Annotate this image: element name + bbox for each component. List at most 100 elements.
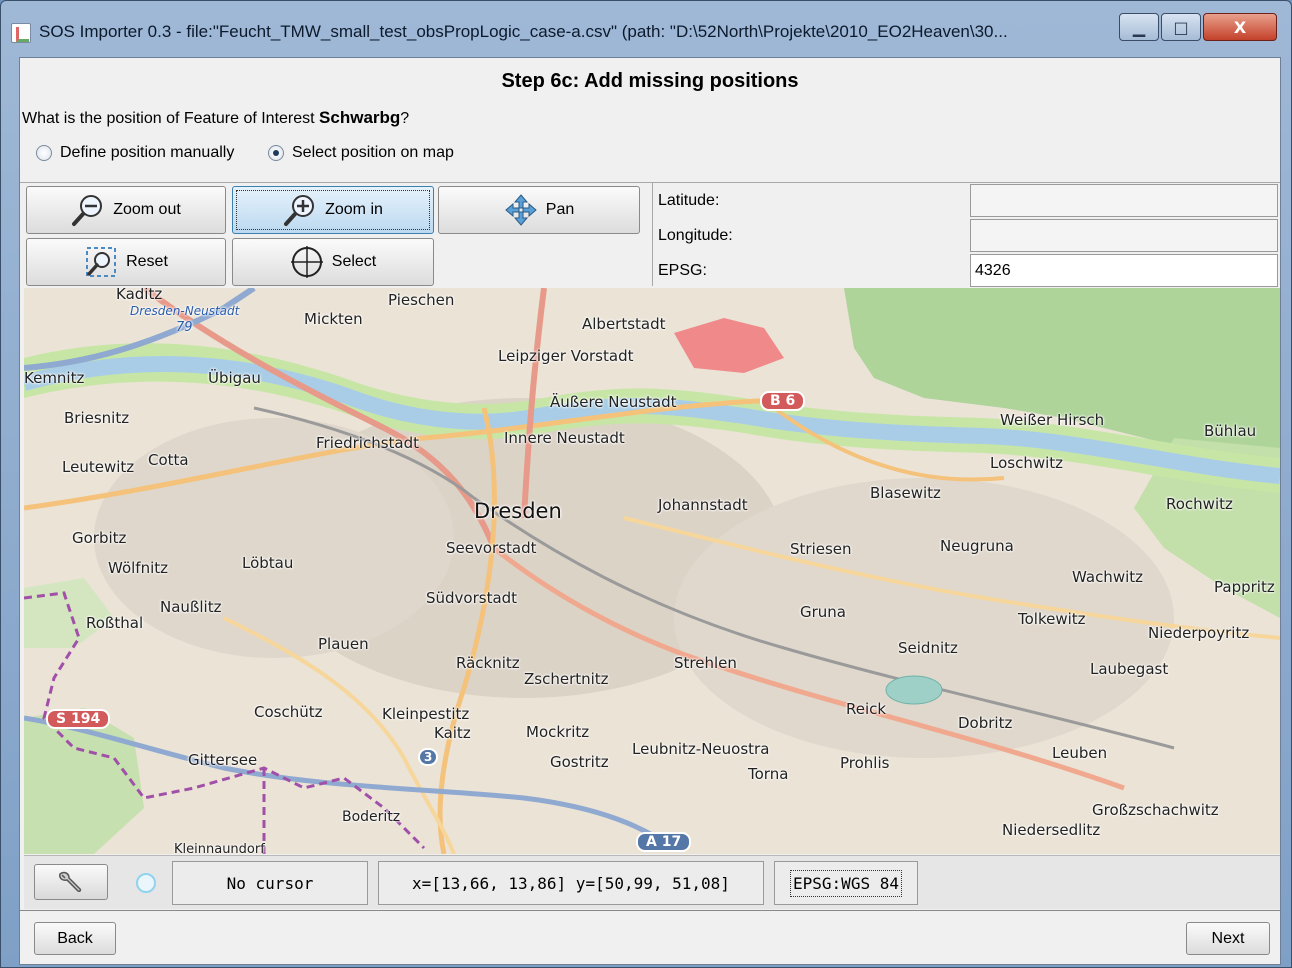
maximize-icon: □ xyxy=(1173,17,1189,37)
activity-indicator-icon xyxy=(136,873,156,893)
radio-define-manually[interactable]: Define position manually xyxy=(36,144,234,162)
pan-arrows-icon xyxy=(504,193,538,227)
map-label-blasewitz: Blasewitz xyxy=(870,484,941,502)
map-label-kaitz: Kaitz xyxy=(434,724,471,742)
radio-select-on-map-label: Select position on map xyxy=(292,144,454,161)
map-label-reick: Reick xyxy=(846,700,887,718)
radio-select-on-map-indicator[interactable] xyxy=(268,145,284,161)
cursor-position-display: No cursor xyxy=(172,861,368,905)
map-label-pappritz: Pappritz xyxy=(1214,578,1275,596)
application-window: SOS Importer 0.3 - file:"Feucht_TMW_smal… xyxy=(0,0,1292,968)
map-label-ubigau: Übigau xyxy=(208,369,261,387)
map-label-wolfnitz: Wölfnitz xyxy=(108,559,169,577)
map-label-kaditz: Kaditz xyxy=(116,288,163,303)
map-label-torna: Torna xyxy=(748,765,789,783)
next-button[interactable]: Next xyxy=(1186,922,1270,955)
map-label-racknitz: Räcknitz xyxy=(456,654,520,672)
map-label-seevorstadt: Seevorstadt xyxy=(446,539,537,557)
map-label-leipziger-vorstadt: Leipziger Vorstadt xyxy=(498,347,634,365)
road-shield-s194: S 194 xyxy=(46,709,111,729)
map-label-rossthal: Roßthal xyxy=(86,614,144,632)
latitude-field[interactable] xyxy=(970,184,1278,217)
longitude-field[interactable] xyxy=(970,219,1278,252)
latitude-label: Latitude: xyxy=(658,192,720,209)
select-button[interactable]: Select xyxy=(232,238,434,286)
map-label-niederpoyritz: Niederpoyritz xyxy=(1148,624,1250,642)
map-label-gruna: Gruna xyxy=(800,603,846,621)
radio-define-manually-indicator[interactable] xyxy=(36,145,52,161)
map-label-leubnitz-neuostra: Leubnitz-Neuostra xyxy=(632,740,770,758)
map-label-tolkewitz: Tolkewitz xyxy=(1018,610,1086,628)
crosshair-icon xyxy=(290,245,324,279)
map-label-striesen: Striesen xyxy=(790,540,852,558)
map-label-niedersedlitz: Niedersedlitz xyxy=(1002,821,1101,839)
map-extent-display: x=[13,66, 13,86] y=[50,99, 51,08] xyxy=(378,861,764,905)
feature-question: What is the position of Feature of Inter… xyxy=(22,108,409,128)
map-label-grossschachwitz: Großzschachwitz xyxy=(1092,801,1219,819)
road-shield-b6: B 6 xyxy=(760,391,806,411)
reset-zoom-icon xyxy=(84,245,118,279)
pan-button[interactable]: Pan xyxy=(438,186,640,234)
pan-label: Pan xyxy=(545,201,575,218)
map-label-dobritz: Dobritz xyxy=(958,714,1013,732)
map-label-79: 79 xyxy=(176,320,193,335)
map-label-lobtau: Löbtau xyxy=(242,554,294,572)
minimize-icon: ▁ xyxy=(1132,17,1146,37)
close-icon: X xyxy=(1233,17,1247,37)
reset-button[interactable]: Reset xyxy=(26,238,226,286)
epsg-field[interactable]: 4326 xyxy=(970,254,1278,287)
map-label-buhlau: Bühlau xyxy=(1204,422,1257,440)
zoom-out-button[interactable]: Zoom out xyxy=(26,186,226,234)
map-label-briesnitz: Briesnitz xyxy=(64,409,130,427)
road-shield-e3: 3 xyxy=(418,748,439,766)
crs-label: EPSG:WGS 84 xyxy=(790,869,902,897)
map-label-prohlis: Prohlis xyxy=(840,754,890,772)
java-app-icon xyxy=(11,23,31,43)
map-label-loschwitz: Loschwitz xyxy=(990,454,1064,472)
epsg-label: EPSG: xyxy=(658,262,707,279)
map-label-gostritz: Gostritz xyxy=(550,753,609,771)
wrench-icon xyxy=(59,871,82,892)
question-suffix: ? xyxy=(400,110,410,127)
wizard-panel: Step 6c: Add missing positions What is t… xyxy=(19,57,1281,965)
map-label-rochwitz: Rochwitz xyxy=(1166,495,1233,513)
map-label-plauen: Plauen xyxy=(318,635,369,653)
radio-select-on-map[interactable]: Select position on map xyxy=(268,144,454,162)
bottom-divider xyxy=(20,910,1280,911)
map-label-strehlen: Strehlen xyxy=(674,654,737,672)
map-label-wachwitz: Wachwitz xyxy=(1072,568,1144,586)
map-label-pieschen: Pieschen xyxy=(388,291,455,309)
zoom-in-button[interactable]: Zoom in xyxy=(232,186,434,234)
radio-define-manually-label: Define position manually xyxy=(60,144,235,161)
map-label-seidnitz: Seidnitz xyxy=(898,639,958,657)
map-label-aussere-neustadt: Äußere Neustadt xyxy=(550,393,677,411)
minimize-button[interactable]: ▁ xyxy=(1119,13,1159,41)
map-label-cotta: Cotta xyxy=(148,451,189,469)
zoom-in-label: Zoom in xyxy=(325,201,383,218)
map-label-mickten: Mickten xyxy=(304,310,363,328)
map-label-friedrichstadt: Friedrichstadt xyxy=(316,434,420,452)
close-button[interactable]: X xyxy=(1203,13,1277,41)
zoom-in-icon xyxy=(283,193,317,227)
crs-button[interactable]: EPSG:WGS 84 xyxy=(774,861,918,905)
map-label-weisser-hirsch: Weißer Hirsch xyxy=(1000,411,1105,429)
map-label-leuben: Leuben xyxy=(1052,744,1108,762)
map-label-naussnitz: Naußlitz xyxy=(160,598,222,616)
map-label-dresden-neustadt: Dresden-Neustadt xyxy=(130,304,240,318)
settings-button[interactable] xyxy=(34,864,108,900)
map-label-johannstadt: Johannstadt xyxy=(658,496,748,514)
maximize-button[interactable]: □ xyxy=(1161,13,1201,41)
map-view[interactable]: Kaditz Dresden-Neustadt 79 Pieschen Mick… xyxy=(24,288,1280,854)
map-label-laubegast: Laubegast xyxy=(1090,660,1169,678)
map-label-gorbitz: Gorbitz xyxy=(72,529,127,547)
map-label-zschertnitz: Zschertnitz xyxy=(524,670,609,688)
back-button[interactable]: Back xyxy=(34,922,116,955)
title-bar[interactable]: SOS Importer 0.3 - file:"Feucht_TMW_smal… xyxy=(1,1,1291,57)
map-label-kleinpestitz: Kleinpestitz xyxy=(382,705,470,723)
map-label-kemnitz: Kemnitz xyxy=(24,369,85,387)
reset-label: Reset xyxy=(126,253,168,270)
map-label-innere-neustadt: Innere Neustadt xyxy=(504,429,625,447)
map-label-gittersee: Gittersee xyxy=(188,751,258,769)
map-label-kleinnaundorf: Kleinnaundorf xyxy=(174,842,265,854)
map-status-bar: No cursor x=[13,66, 13,86] y=[50,99, 51,… xyxy=(24,855,1280,909)
